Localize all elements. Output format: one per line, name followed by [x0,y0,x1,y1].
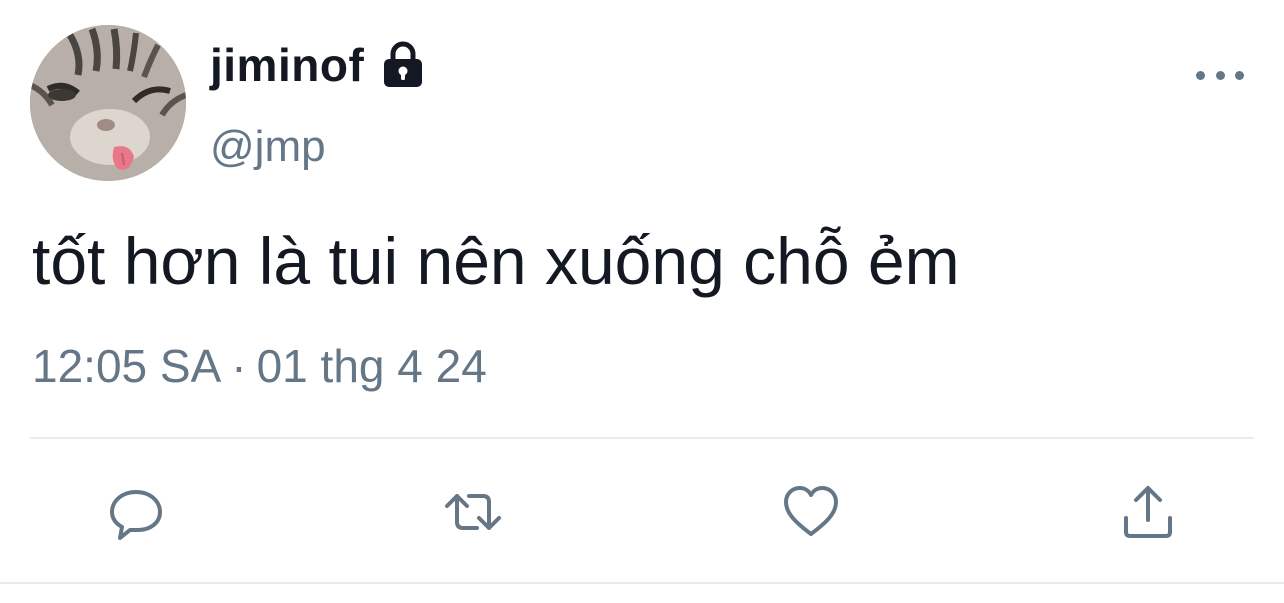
author-name-row: jiminof [210,40,428,90]
share-button[interactable] [1116,480,1180,544]
author-handle[interactable]: @jmp [210,125,326,169]
like-button[interactable] [779,480,843,544]
cat-avatar-image [30,25,186,181]
dot [1215,70,1225,80]
tweet-timestamp[interactable]: 12:05 SA · 01 thg 4 24 [32,343,487,389]
like-icon [784,486,838,536]
reply-icon [110,490,162,540]
tweet-text: tốt hơn là tui nên xuống chỗ ẻm [32,224,960,298]
avatar[interactable] [30,25,186,181]
tweet-time: 12:05 SA [32,340,222,392]
retweet-button[interactable] [441,480,505,544]
reply-button[interactable] [104,480,168,544]
retweet-icon [445,494,501,530]
divider [30,437,1254,439]
action-bar [0,480,1284,544]
author-display-name[interactable]: jiminof [210,42,364,88]
separator: · [231,340,247,392]
dot [1235,70,1244,80]
dot [1196,70,1205,80]
share-icon [1124,486,1172,538]
more-options-icon[interactable] [1196,63,1244,87]
divider [0,582,1284,584]
tweet-date: 01 thg 4 24 [256,340,487,392]
tweet-card: jiminof @jmp tốt hơn là tui nên xuống ch… [0,0,1284,603]
lock-icon [378,40,428,90]
